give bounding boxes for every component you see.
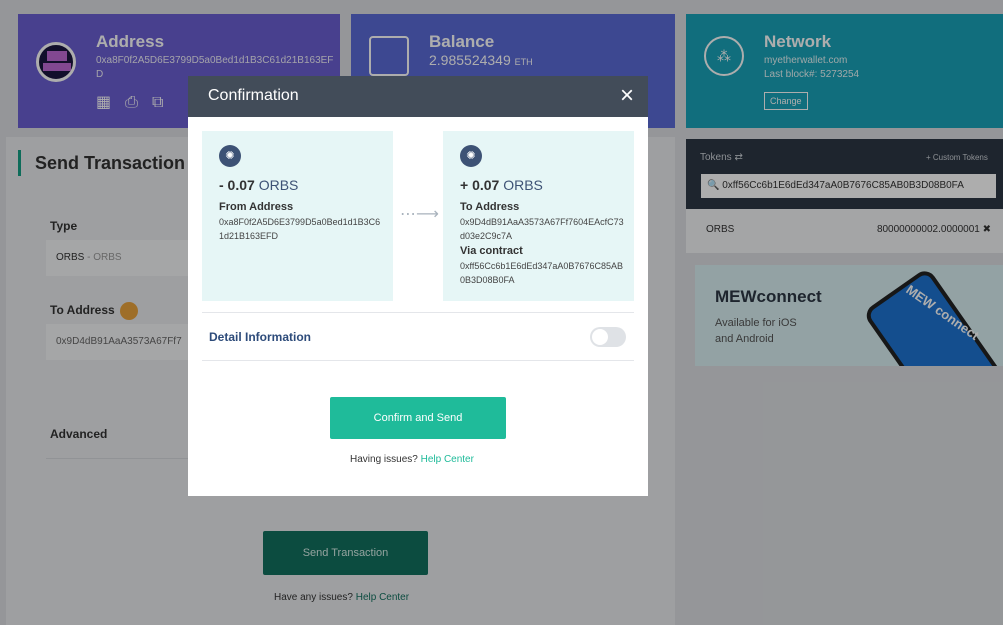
to-amount-unit: ORBS xyxy=(503,177,543,193)
from-box: ✺ - 0.07 ORBS From Address 0xa8F0f2A5D6E… xyxy=(202,131,393,301)
modal-issues-label: Having issues? xyxy=(350,454,418,465)
modal-title: Confirmation xyxy=(208,87,299,104)
to-address-label: To Address xyxy=(460,201,520,213)
orbs-token-icon: ✺ xyxy=(219,145,241,167)
via-contract-value: 0xff56Cc6b1E6dEd347aA0B7676C85AB0B3D08B0… xyxy=(460,261,623,285)
arrow-right-icon: ⋯⟶ xyxy=(400,206,439,223)
from-amount-value: - 0.07 xyxy=(219,177,255,193)
via-contract-label: Via contract xyxy=(460,245,523,257)
detail-information-toggle[interactable] xyxy=(590,327,626,347)
from-amount: - 0.07 ORBS xyxy=(219,177,298,193)
modal-header: Confirmation × xyxy=(188,76,648,117)
detail-information-label: Detail Information xyxy=(209,330,312,344)
close-icon[interactable]: × xyxy=(620,82,634,110)
orbs-token-icon: ✺ xyxy=(460,145,482,167)
divider xyxy=(202,312,634,313)
from-amount-unit: ORBS xyxy=(258,177,299,193)
to-box: ✺ + 0.07 ORBS To Address 0x9D4dB91AaA357… xyxy=(443,131,634,301)
divider xyxy=(202,360,634,361)
to-amount-value: + 0.07 xyxy=(460,177,500,193)
modal-issues-text: Having issues? Help Center xyxy=(350,454,474,465)
to-address-value: 0x9D4dB91AaA3573A67Ff7604EAcfC73d03e2C9c… xyxy=(460,217,624,241)
confirm-and-send-button[interactable]: Confirm and Send xyxy=(330,397,506,439)
modal-help-center-link[interactable]: Help Center xyxy=(421,454,474,465)
from-address-label: From Address xyxy=(219,201,294,213)
confirmation-modal: Confirmation × ✺ - 0.07 ORBS From Addres… xyxy=(188,76,648,496)
from-address-value: 0xa8F0f2A5D6E3799D5a0Bed1d1B3C61d21B163E… xyxy=(219,217,381,241)
to-amount: + 0.07 ORBS xyxy=(460,177,543,193)
